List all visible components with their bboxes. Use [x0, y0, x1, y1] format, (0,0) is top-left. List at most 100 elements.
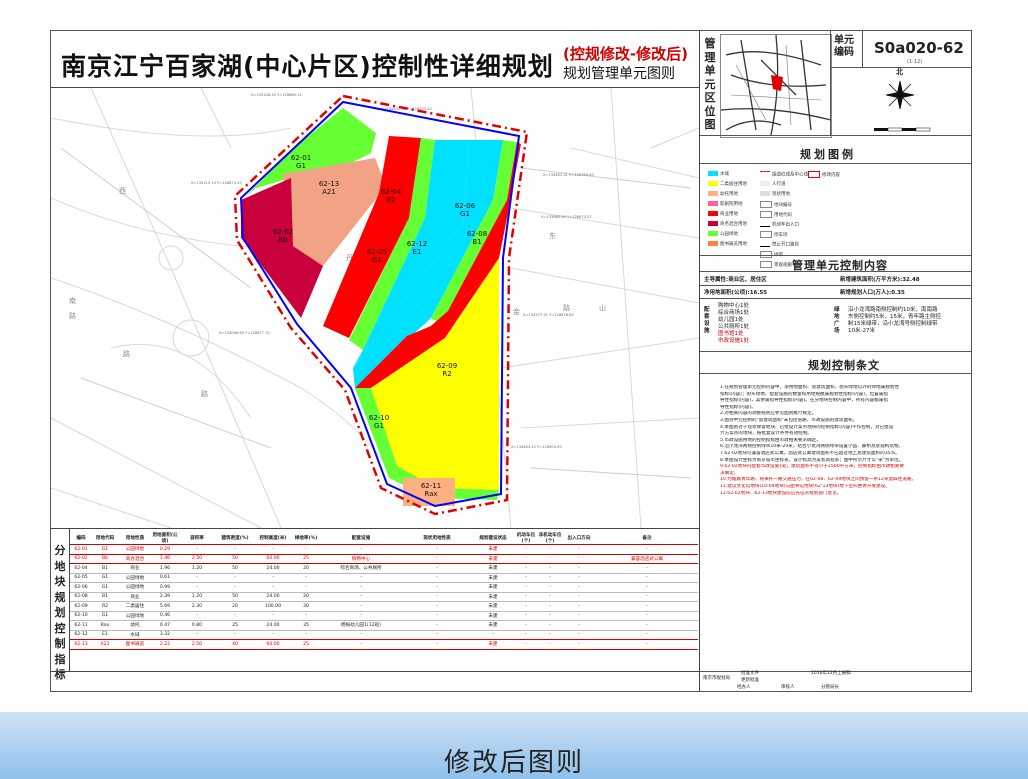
- table-header-cell: 非机动车位(个): [538, 533, 562, 544]
- table-cell: 未建: [472, 582, 514, 592]
- clause-line: 导性指标(内容)，其余属指导性指标(内容)。在分地块控制内容中，所有内容都属指: [720, 398, 888, 404]
- table-cell: 1.96: [152, 563, 178, 573]
- section-divider: [700, 373, 972, 374]
- table-cell: -: [402, 591, 472, 602]
- table-cell: -: [596, 601, 698, 611]
- legend-title: 规划图例: [800, 148, 856, 161]
- table-cell: 未建: [472, 563, 514, 573]
- table-cell: -: [254, 572, 292, 583]
- parcel-control-table: 分 地 块 规 划 控 制 指 标 编码 用地代码 用地性质 用地面积(公顷) 容积率 建…: [51, 528, 699, 681]
- coordinate-label: X=133831.31 Y=128780.05: [543, 173, 594, 177]
- table-cell: G1: [92, 572, 118, 583]
- parcel-type-label: B1: [386, 196, 395, 204]
- parcel-type-label: A21: [322, 188, 336, 196]
- table-cell: -: [402, 629, 472, 640]
- table-cell: R2: [92, 601, 118, 611]
- table-cell: 24.00: [254, 591, 292, 602]
- control-net-area: 净用地面积(公顷):16.55: [704, 290, 768, 296]
- table-cell: -: [538, 572, 562, 583]
- table-row: 62-04 B1 商业 1.96 1.20 50 24.00 20 综合商场、公共厕所 - 未建 - -…: [70, 563, 698, 573]
- coordinate-label: X=134653.12 Y=128904.95: [511, 445, 562, 449]
- parcel-table-grid: 编码 用地代码 用地性质 用地面积(公顷) 容积率 建筑密度(%) 控制高度(米) 绿地率(%…: [70, 532, 698, 650]
- table-cell: 幼托: [118, 620, 152, 630]
- table-cell: 公园绿地: [118, 582, 152, 592]
- legend-item: 商务混合用地: [708, 221, 747, 227]
- table-header-cell: 机动车位(个): [516, 533, 536, 544]
- parcel-code-label: 62-10: [369, 414, 389, 422]
- table-cell: -: [538, 544, 562, 555]
- road-label: 东: [549, 231, 556, 240]
- table-cell: -: [538, 639, 562, 650]
- table-cell: 62-10: [70, 610, 92, 621]
- table-cell: -: [596, 610, 698, 621]
- unit-divider-v: [830, 31, 831, 135]
- table-cell: -: [514, 563, 538, 573]
- table-header-cell: 配套设施: [351, 536, 371, 541]
- table-header-cell: 用地面积(公顷): [152, 533, 178, 544]
- table-cell: 公园绿地: [118, 544, 152, 555]
- table-header-cell: 编码: [76, 536, 86, 541]
- unit-code: S0a020-62: [874, 39, 964, 57]
- table-cell: 2.30: [178, 601, 216, 611]
- parcel-code-label: 62-01: [291, 154, 311, 162]
- table-cell: -: [514, 639, 538, 650]
- planning-map-svg: 西 丹 东 山 路 路 金 路 南 路 X=135328.32 Y=128680…: [50, 87, 700, 529]
- location-map: [720, 34, 832, 138]
- table-header-cell: 出入口方向: [567, 536, 591, 541]
- table-cell: -: [562, 610, 596, 621]
- table-cell: -: [178, 544, 216, 555]
- legend-item: 景观视廊: [760, 261, 792, 268]
- coordinate-label: X=135328.32 Y=128680.12: [251, 93, 302, 97]
- table-cell: 62-12: [70, 629, 92, 640]
- table-cell: -: [292, 629, 320, 640]
- section-divider: [700, 255, 972, 256]
- table-cell: -: [514, 620, 538, 630]
- table-cell: -: [402, 563, 472, 573]
- table-cell: -: [562, 601, 596, 611]
- stamp-approve-value: 2016年12月上报稿: [811, 671, 851, 676]
- table-cell: 公园绿地: [118, 610, 152, 621]
- table-cell: Rax: [92, 620, 118, 630]
- legend-item: 公园绿地: [708, 231, 738, 237]
- parcel-type-label: G1: [372, 256, 382, 264]
- table-cell: 62-01: [70, 544, 92, 555]
- clause-line: 指标(内容)；街头绿地、配套设施的数量和用地规模属规划性指标(内容)，位置属指: [720, 391, 888, 397]
- legend-item: 现状用地: [760, 191, 790, 197]
- parcel-code-label: 62-13: [319, 180, 339, 188]
- table-cell: -: [596, 544, 698, 555]
- table-header-cell: 用地性质: [125, 536, 145, 541]
- table-cell: 20: [292, 563, 320, 573]
- coordinate-label: X=135215.19 Y=128873.25: [191, 181, 242, 185]
- table-cell: -: [538, 629, 562, 640]
- table-cell: G1: [92, 582, 118, 592]
- parcel-type-label: Rax: [424, 490, 437, 498]
- table-cell: -: [596, 639, 698, 650]
- parcel-type-label: R2: [442, 370, 451, 378]
- table-cell: 未建: [472, 572, 514, 583]
- table-cell: 综合商场、公共厕所: [320, 563, 402, 573]
- table-cell: -: [254, 544, 292, 555]
- table-cell: -: [538, 582, 562, 592]
- table-cell: -: [514, 610, 538, 621]
- clauses-list: 1.在规划管理单元控制内容中，净用地面积、总建筑面积、街头绿地以外的绿地属规划性…: [720, 385, 960, 497]
- table-cell: 0.61: [152, 572, 178, 583]
- table-cell: 水域: [118, 629, 152, 640]
- sheet-subtitle: 规划管理单元图则: [563, 66, 675, 82]
- table-cell: -: [402, 610, 472, 621]
- table-cell: 2.50: [178, 639, 216, 650]
- table-header-cell: 备注: [642, 536, 652, 541]
- section-divider: [700, 351, 972, 352]
- table-row: 62-08 B1 商业 2.39 1.20 50 24.00 20- - 未建 - - - -: [70, 591, 698, 602]
- table-cell: 60.00: [254, 553, 292, 564]
- stamp-reviewer: 分管局长: [821, 685, 839, 690]
- table-cell: -: [320, 601, 402, 611]
- table-cell: 62-11: [70, 620, 92, 630]
- table-cell: 未建: [472, 591, 514, 602]
- table-cell: -: [402, 582, 472, 592]
- parcel-type-label: B1: [472, 238, 481, 246]
- bottom-divider: [51, 671, 699, 672]
- parcel-code-label: 62-02: [273, 228, 293, 236]
- table-cell: 35: [292, 620, 320, 630]
- table-cell: 25: [216, 620, 254, 630]
- table-row: 62-11 Rax 幼托 0.47 0.80 25 24.00 35 杨振幼儿园1(12班) - 未…: [70, 620, 698, 630]
